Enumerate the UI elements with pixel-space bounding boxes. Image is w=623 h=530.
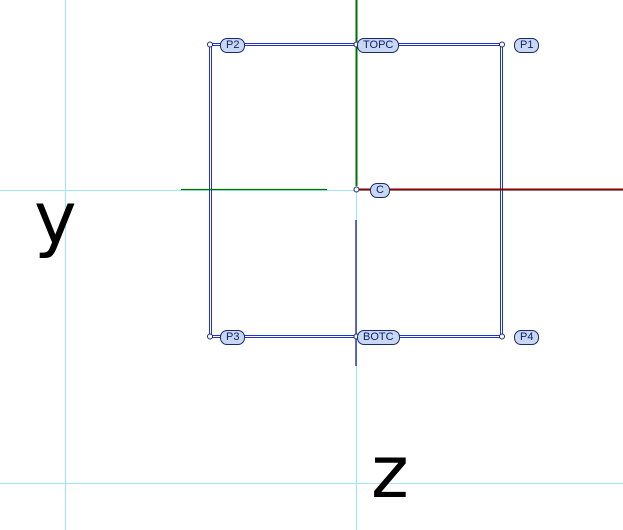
point-label-p4[interactable]: P4 xyxy=(514,330,540,345)
point-marker-p1[interactable] xyxy=(499,41,505,48)
point-marker-center[interactable] xyxy=(353,186,360,193)
point-label-p3[interactable]: P3 xyxy=(220,330,246,345)
point-label-topc[interactable]: TOPC xyxy=(357,38,400,53)
point-label-p2[interactable]: P2 xyxy=(220,38,246,53)
point-marker-p4[interactable] xyxy=(499,333,505,340)
point-label-botc[interactable]: BOTC xyxy=(357,330,400,345)
point-marker-p3[interactable] xyxy=(207,333,213,340)
point-label-p1[interactable]: P1 xyxy=(514,38,540,53)
point-label-center[interactable]: C xyxy=(370,183,390,198)
axis-label-z: z xyxy=(371,430,409,514)
axis-label-y: y xyxy=(34,176,77,260)
drawing-canvas[interactable] xyxy=(0,0,623,530)
guide-lines xyxy=(0,0,623,530)
cad-viewport[interactable]: P2 TOPC P1 C P3 BOTC P4 y z xyxy=(0,0,623,530)
point-marker-p2[interactable] xyxy=(207,41,213,48)
